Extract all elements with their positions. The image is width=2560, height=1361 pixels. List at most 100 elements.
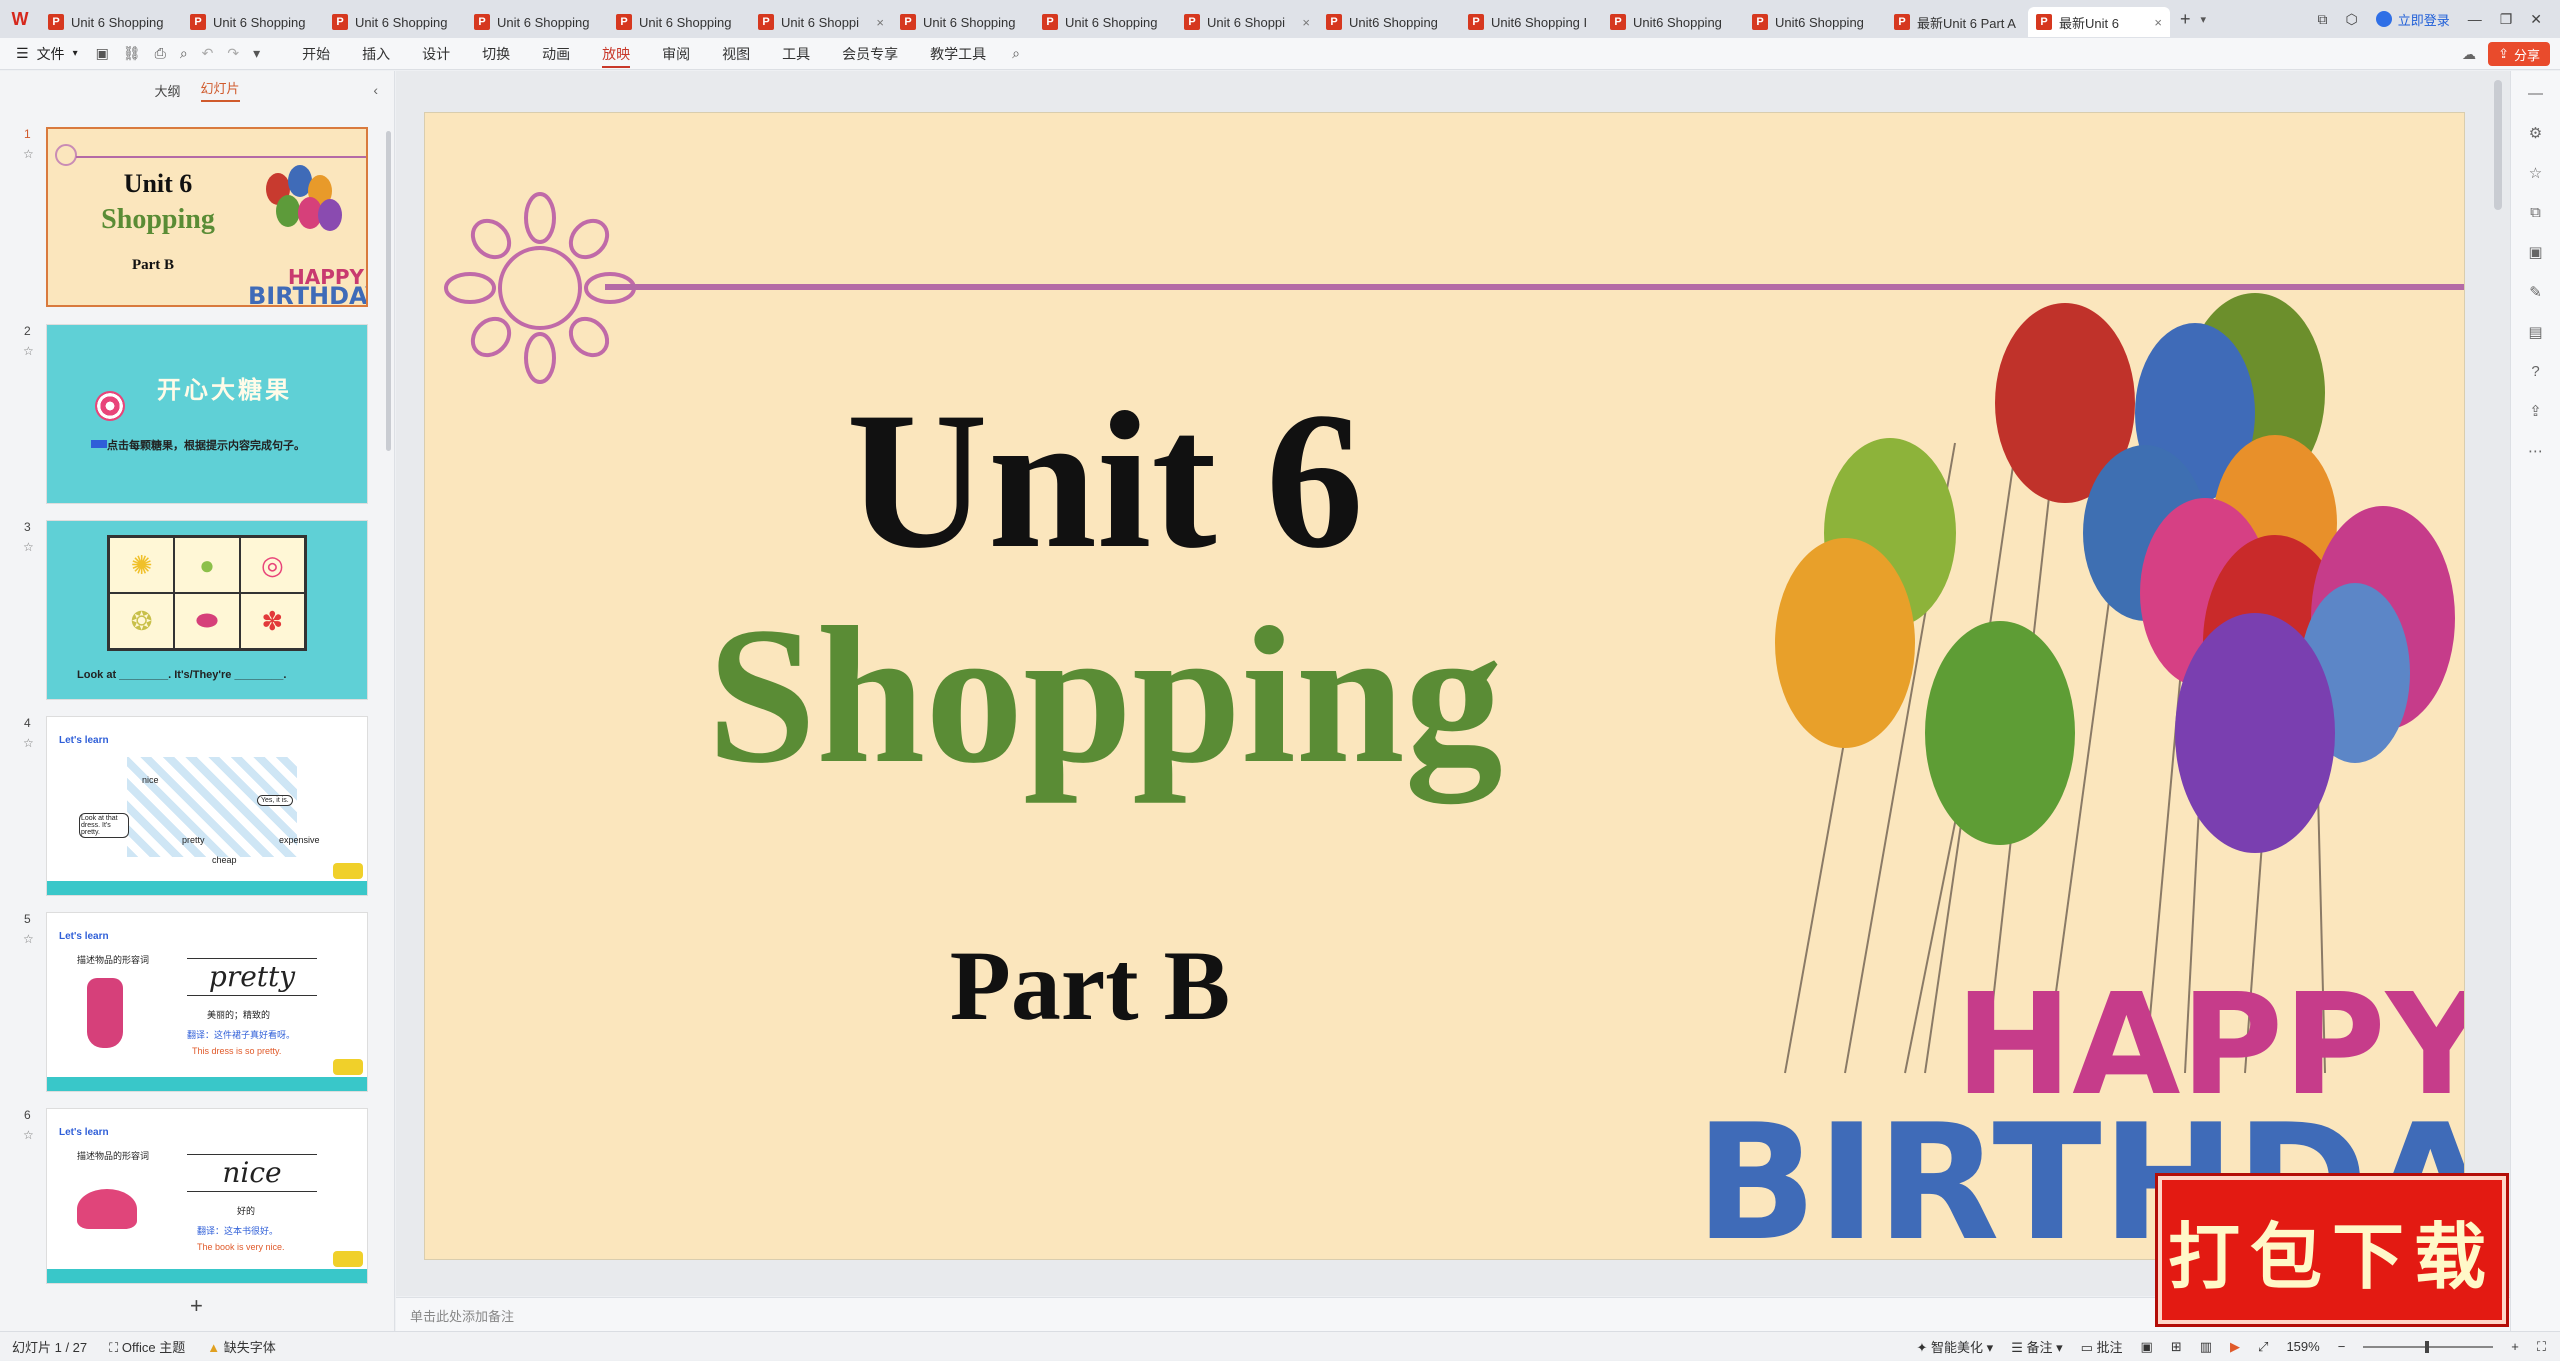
document-tab[interactable]: P Unit 6 Shoppi × [1176,7,1318,37]
fit-window-icon[interactable]: ⤢ [2258,1339,2268,1355]
adjust-icon[interactable]: ⚙ [2529,124,2542,142]
missing-font-button[interactable]: ▲ 缺失字体 [207,1337,276,1356]
zoom-slider-knob[interactable] [2425,1340,2430,1353]
cube-icon[interactable]: ⬡ [2345,11,2357,28]
search-icon[interactable]: ⌕ [1012,45,1020,62]
normal-view-icon[interactable]: ▣ [2141,1339,2153,1355]
login-button[interactable]: 立即登录 [2375,10,2450,29]
star-icon[interactable]: ☆ [23,344,34,358]
ribbon-tab[interactable]: 设计 [406,38,466,70]
comments-button[interactable]: ▭ 批注 [2081,1337,2123,1356]
slide-thumbnail-4[interactable]: Let's learn nice pretty cheap expensive … [46,716,368,896]
document-tab[interactable]: P Unit 6 Shopping [40,7,182,37]
theme-button[interactable]: ⛶ Office 主题 [109,1337,185,1356]
redo-icon[interactable]: ↷ [227,45,239,62]
cloud-sync-icon[interactable]: ☁ [2462,46,2476,63]
slide-thumbnail-6[interactable]: Let's learn 描述物品的形容词 nice 好的 翻译：这本书很好。 T… [46,1108,368,1284]
slide-thumbnail-row[interactable]: 5 ☆ Let's learn 描述物品的形容词 pretty 美丽的；精致的 … [0,912,395,1092]
slide-thumbnail-row[interactable]: 2 ☆ 开心大糖果 点击每颗糖果，根据提示内容完成句子。 [0,324,395,504]
slide-subtitle[interactable]: Shopping [425,583,1785,808]
zoom-out-icon[interactable]: − [2338,1339,2346,1354]
magic-wand-icon[interactable]: ✎ [2529,283,2542,301]
document-tab[interactable]: P Unit 6 Shopping [182,7,324,37]
slide-thumbnail-row[interactable]: 3 ☆ ✺ ● ◎ ❂ ⬬ ✽ Look at ________. It's/T… [0,520,395,700]
slide-thumbnail-2[interactable]: 开心大糖果 点击每颗糖果，根据提示内容完成句子。 [46,324,368,504]
print-preview-icon[interactable]: ⌕ [180,45,188,62]
slide-part-label[interactable]: Part B [425,928,1755,1043]
star-icon[interactable]: ☆ [23,736,34,750]
window-layout-icon[interactable]: ⧉ [2317,11,2327,28]
ribbon-tab[interactable]: 审阅 [646,38,706,70]
document-tab[interactable]: P Unit 6 Shopping [1034,7,1176,37]
share-button[interactable]: ⇪ 分享 [2488,42,2550,66]
document-tab[interactable]: P Unit6 Shopping I [1460,7,1602,37]
close-tab-icon[interactable]: × [876,15,884,30]
panel-scrollbar[interactable] [386,131,391,451]
new-tab-button[interactable]: + [2180,9,2191,30]
more-icon[interactable]: ⋯ [2528,442,2543,460]
document-tab[interactable]: P 最新Unit 6 × [2028,7,2170,37]
undo-icon[interactable]: ↶ [202,45,214,62]
minimize-icon[interactable]: — [2468,11,2482,27]
star-icon[interactable]: ☆ [23,540,34,554]
fit-slide-icon[interactable]: ⛶ [2537,1339,2546,1355]
ribbon-tab[interactable]: 动画 [526,38,586,70]
document-tab[interactable]: P Unit 6 Shopping [466,7,608,37]
ribbon-tab[interactable]: 插入 [346,38,406,70]
outline-tab[interactable]: 大纲 [154,81,180,100]
help-icon[interactable]: ? [2531,363,2539,380]
zoom-in-icon[interactable]: + [2511,1339,2519,1354]
slideshow-icon[interactable]: ▶ [2230,1339,2240,1355]
slide-thumbnail-row[interactable]: 4 ☆ Let's learn nice pretty cheap expens… [0,716,395,896]
slide-thumbnail-3[interactable]: ✺ ● ◎ ❂ ⬬ ✽ Look at ________. It's/They'… [46,520,368,700]
star-icon[interactable]: ☆ [23,147,34,161]
book-icon[interactable]: ▤ [2528,323,2542,341]
save-icon[interactable]: ▣ [96,45,109,62]
copy-icon[interactable]: ⧉ [2530,204,2541,221]
reading-view-icon[interactable]: ▥ [2200,1339,2212,1355]
slide-thumbnail-row[interactable]: 1 ☆ HAPPY BIRTHDAY Unit 6 Shopping Part … [0,127,395,307]
more-chevron-icon[interactable]: ▾ [253,45,260,62]
wps-logo-icon[interactable]: W [0,0,40,38]
link-icon[interactable]: ⛓ [123,45,141,62]
ribbon-tab[interactable]: 工具 [766,38,826,70]
document-tab[interactable]: P Unit 6 Shopping [608,7,750,37]
slide-title[interactable]: Unit 6 [425,368,1785,593]
document-tab[interactable]: P Unit 6 Shopping [324,7,466,37]
collapse-panel-icon[interactable]: ‹ [373,82,378,98]
slide-thumbnail-5[interactable]: Let's learn 描述物品的形容词 pretty 美丽的；精致的 翻译：这… [46,912,368,1092]
document-tab[interactable]: P Unit 6 Shoppi × [750,7,892,37]
document-tab[interactable]: P Unit 6 Shopping [892,7,1034,37]
document-tab[interactable]: P 最新Unit 6 Part A [1886,7,2028,37]
star-icon[interactable]: ☆ [23,1128,34,1142]
star-icon[interactable]: ☆ [2529,164,2542,182]
close-icon[interactable]: ✕ [2530,11,2542,28]
zoom-level[interactable]: 159% [2286,1339,2319,1354]
ribbon-tab[interactable]: 放映 [586,38,646,70]
ribbon-tab[interactable]: 切换 [466,38,526,70]
minus-icon[interactable]: — [2528,85,2543,102]
restore-icon[interactable]: ❐ [2500,11,2513,28]
ribbon-tab[interactable]: 教学工具 [914,38,1002,70]
zoom-slider[interactable] [2363,1340,2494,1353]
smart-beautify-button[interactable]: ✦ 智能美化 ▾ [1917,1337,1994,1356]
document-tab[interactable]: P Unit6 Shopping [1318,7,1460,37]
canvas-scrollbar[interactable] [2494,80,2502,210]
ribbon-tab[interactable]: 视图 [706,38,766,70]
hamburger-icon[interactable]: ☰ [16,45,29,62]
slides-tab[interactable]: 幻灯片 [200,78,240,102]
ribbon-tab[interactable]: 开始 [286,38,346,70]
notes-toggle-button[interactable]: ☰ 备注 ▾ [2011,1337,2062,1356]
close-tab-icon[interactable]: × [1302,15,1310,30]
tab-list-chevron-icon[interactable]: ▾ [2201,13,2207,26]
print-icon[interactable]: ⎙ [155,45,166,62]
star-icon[interactable]: ☆ [23,932,34,946]
sorter-view-icon[interactable]: ⊞ [2171,1339,2182,1355]
add-slide-button[interactable]: + [190,1293,203,1319]
file-menu[interactable]: 文件 [37,44,65,64]
document-tab[interactable]: P Unit6 Shopping [1744,7,1886,37]
share-icon[interactable]: ⇪ [2529,402,2542,420]
slide-canvas[interactable]: HAPPY BIRTHDAY Unit 6 Shopping Part B [424,112,2465,1260]
slide-thumbnail-1[interactable]: HAPPY BIRTHDAY Unit 6 Shopping Part B [46,127,368,307]
ribbon-tab[interactable]: 会员专享 [826,38,914,70]
